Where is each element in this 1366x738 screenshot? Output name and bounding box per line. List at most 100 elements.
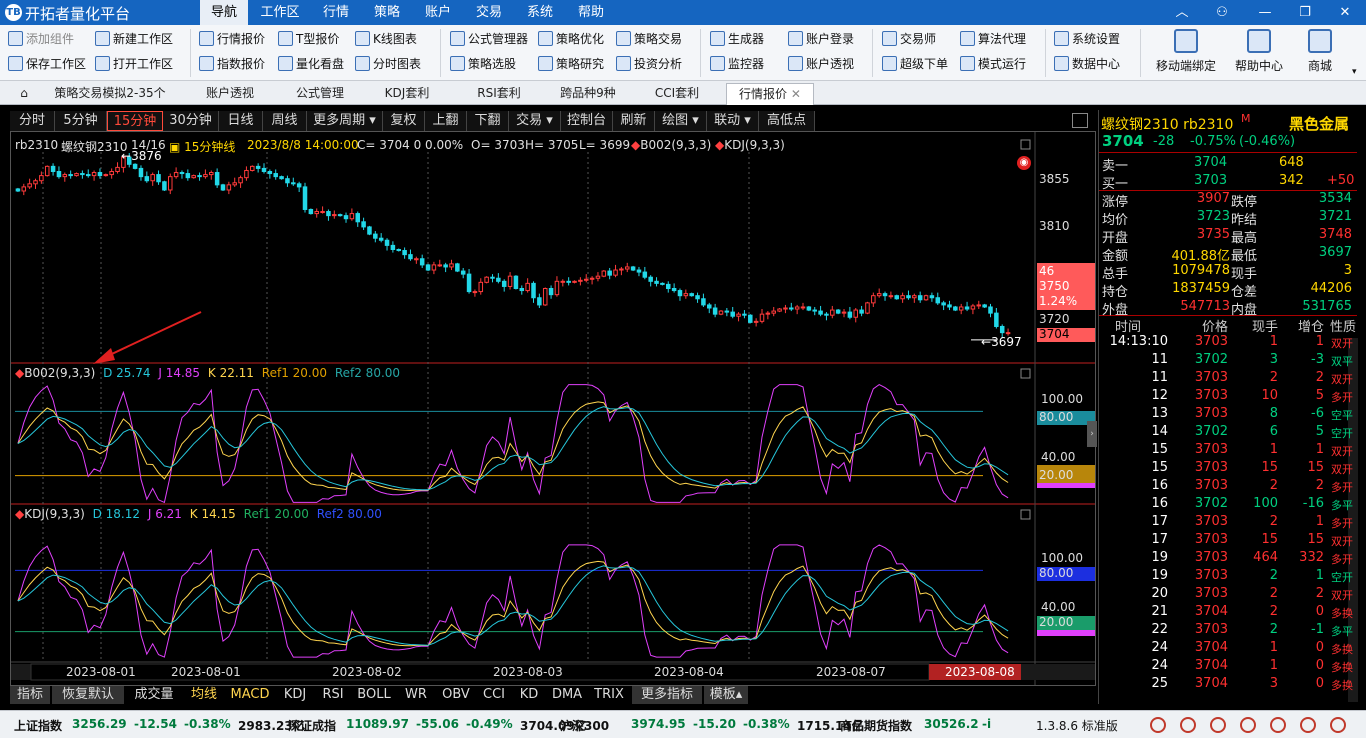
period-button[interactable]: 刷新 bbox=[613, 111, 655, 131]
ribbon-dropdown-icon[interactable]: ▾ bbox=[1352, 62, 1357, 82]
add-component-button[interactable]: 添加组件 bbox=[8, 29, 74, 49]
analysis-button[interactable]: 投资分析 bbox=[616, 54, 682, 74]
account-login-button[interactable]: 账户登录 bbox=[788, 29, 854, 49]
status-bar: 上证指数 3256.29 -12.54 -0.38% 2983.23亿 深证成指 11089… bbox=[0, 710, 1366, 738]
period-button[interactable]: 周线 bbox=[263, 111, 307, 131]
data-center-button[interactable]: 数据中心 bbox=[1054, 54, 1120, 74]
menu-market[interactable]: 行情 bbox=[312, 0, 360, 25]
restore-button[interactable]: ❐ bbox=[1285, 0, 1325, 25]
candle bbox=[525, 282, 530, 292]
headset-icon[interactable] bbox=[1210, 717, 1226, 733]
period-button[interactable]: 控制台 bbox=[561, 111, 613, 131]
indicator-tab[interactable]: 均线 bbox=[184, 686, 224, 704]
tab-formula[interactable]: 公式管理 bbox=[280, 83, 360, 105]
refresh-icon[interactable] bbox=[1300, 717, 1316, 733]
trader-button[interactable]: 交易师 bbox=[882, 29, 936, 49]
period-button[interactable]: 联动 ▾ bbox=[707, 111, 759, 131]
period-button[interactable]: 5分钟 bbox=[55, 111, 107, 131]
print-icon[interactable] bbox=[1180, 717, 1196, 733]
maximize-chart-icon[interactable] bbox=[1072, 113, 1088, 128]
period-button[interactable]: 高低点 bbox=[759, 111, 815, 131]
account-view-button[interactable]: 账户透视 bbox=[788, 54, 854, 74]
period-button[interactable]: 更多周期 ▾ bbox=[307, 111, 383, 131]
indicator-tab[interactable]: CCI bbox=[478, 686, 510, 704]
open-workspace-button[interactable]: 打开工作区 bbox=[95, 54, 173, 74]
monitor-button[interactable]: 监控器 bbox=[710, 54, 764, 74]
period-button[interactable]: 30分钟 bbox=[163, 111, 219, 131]
tab-close-icon[interactable]: ✕ bbox=[791, 87, 801, 101]
indicator-tab[interactable]: 指标 bbox=[10, 686, 50, 704]
tab-cross-variety[interactable]: 跨品种9种 bbox=[546, 83, 630, 105]
algo-agent-button[interactable]: 算法代理 bbox=[960, 29, 1026, 49]
indicator-tab[interactable]: 模板▴ bbox=[704, 686, 748, 704]
save-workspace-button[interactable]: 保存工作区 bbox=[8, 54, 86, 74]
user-icon[interactable] bbox=[1240, 717, 1256, 733]
indicator-tab[interactable]: 成交量 bbox=[126, 686, 182, 704]
new-workspace-button[interactable]: 新建工作区 bbox=[95, 29, 173, 49]
lock-icon[interactable] bbox=[1150, 717, 1166, 733]
shop-button[interactable]: 商城 bbox=[1294, 27, 1346, 79]
period-button[interactable]: 上翻 bbox=[425, 111, 467, 131]
mode-run-button[interactable]: 模式运行 bbox=[960, 54, 1026, 74]
kline-chart-button[interactable]: K线图表 bbox=[355, 29, 417, 49]
optimize-button[interactable]: 策略优化 bbox=[538, 29, 604, 49]
home-icon[interactable]: ⌂ bbox=[12, 83, 36, 105]
system-settings-button[interactable]: 系统设置 bbox=[1054, 29, 1120, 49]
mobile-bind-button[interactable]: 移动端绑定 bbox=[1150, 27, 1222, 79]
indicator-tab[interactable]: KD bbox=[512, 686, 546, 704]
indicator-tab[interactable]: 更多指标 bbox=[632, 686, 702, 704]
t-quote-button[interactable]: T型报价 bbox=[278, 29, 339, 49]
tick-price: 3703 bbox=[1194, 514, 1228, 529]
indicator-tab[interactable]: RSI bbox=[316, 686, 350, 704]
research-button[interactable]: 策略研究 bbox=[538, 54, 604, 74]
period-button[interactable]: 交易 ▾ bbox=[509, 111, 561, 131]
tab-cci-arb[interactable]: CCI套利 bbox=[632, 83, 722, 105]
indicator-tab[interactable]: DMA bbox=[548, 686, 586, 704]
indicator-tab[interactable]: 恢复默认 bbox=[52, 686, 124, 704]
indicator-tab[interactable]: WR bbox=[398, 686, 434, 704]
expand-panel-icon[interactable]: › bbox=[1087, 421, 1097, 447]
indicator-tab[interactable]: TRIX bbox=[588, 686, 630, 704]
indicator-tab[interactable]: KDJ bbox=[276, 686, 314, 704]
index-quote-button[interactable]: 指数报价 bbox=[199, 54, 265, 74]
quant-view-button[interactable]: 量化看盘 bbox=[278, 54, 344, 74]
minimize-button[interactable]: — bbox=[1245, 0, 1285, 25]
period-button[interactable]: 下翻 bbox=[467, 111, 509, 131]
indicator-tab[interactable]: BOLL bbox=[352, 686, 396, 704]
tab-strategy-sim[interactable]: 策略交易模拟2-35个 bbox=[40, 83, 180, 105]
period-button[interactable]: 分时 bbox=[10, 111, 55, 131]
collapse-ribbon-icon[interactable]: ︿ bbox=[1162, 0, 1202, 25]
generator-button[interactable]: 生成器 bbox=[710, 29, 764, 49]
menu-nav[interactable]: 导航 bbox=[200, 0, 248, 25]
menu-account[interactable]: 账户 bbox=[414, 0, 462, 25]
user-settings-icon[interactable]: ⚇ bbox=[1202, 0, 1242, 25]
period-button[interactable]: 绘图 ▾ bbox=[655, 111, 707, 131]
period-button[interactable]: 15分钟 bbox=[107, 111, 163, 131]
menu-help[interactable]: 帮助 bbox=[567, 0, 615, 25]
menu-workspace[interactable]: 工作区 bbox=[252, 0, 308, 25]
menu-trade[interactable]: 交易 bbox=[465, 0, 513, 25]
strategy-trade-button[interactable]: 策略交易 bbox=[616, 29, 682, 49]
settings-icon[interactable] bbox=[1270, 717, 1286, 733]
kline-chart[interactable]: rb2310 螺纹钢2310 14/16 ▣ 15分钟线 2023/8/8 14… bbox=[10, 131, 1097, 686]
super-order-button[interactable]: 超级下单 bbox=[882, 54, 948, 74]
period-button[interactable]: 复权 bbox=[383, 111, 425, 131]
period-button[interactable]: 日线 bbox=[219, 111, 263, 131]
tick-price: 3702 bbox=[1194, 352, 1228, 367]
tick-chart-button[interactable]: 分时图表 bbox=[355, 54, 421, 74]
tab-account-view[interactable]: 账户透视 bbox=[182, 83, 278, 105]
tab-quote[interactable]: 行情报价 ✕ bbox=[726, 83, 814, 105]
tab-rsi-arb[interactable]: RSI套利 bbox=[454, 83, 544, 105]
indicator-tab[interactable]: MACD bbox=[226, 686, 274, 704]
formula-manager-button[interactable]: 公式管理器 bbox=[450, 29, 528, 49]
stock-pick-button[interactable]: 策略选股 bbox=[450, 54, 516, 74]
menu-strategy[interactable]: 策略 bbox=[363, 0, 411, 25]
qq-icon[interactable] bbox=[1330, 717, 1346, 733]
tab-kdj-arb[interactable]: KDJ套利 bbox=[362, 83, 452, 105]
close-button[interactable]: ✕ bbox=[1325, 0, 1365, 25]
menu-system[interactable]: 系统 bbox=[516, 0, 564, 25]
quote-button[interactable]: 行情报价 bbox=[199, 29, 265, 49]
indicator-tab[interactable]: OBV bbox=[436, 686, 476, 704]
alert-icon[interactable]: ◉ bbox=[1017, 156, 1031, 170]
help-center-button[interactable]: 帮助中心 bbox=[1226, 27, 1292, 79]
